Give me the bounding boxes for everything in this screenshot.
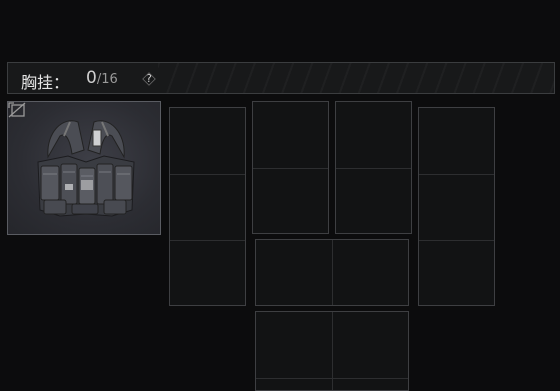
storage-slot-2[interactable] (252, 101, 329, 234)
slot-divider (419, 240, 494, 241)
slot-divider (170, 174, 245, 175)
slot-divider (336, 168, 411, 169)
help-icon[interactable]: ? (142, 72, 156, 86)
chest-rig-title: 胸挂： (21, 73, 70, 92)
chest-rig-header-bar: 胸挂： 0/16 ? (7, 62, 555, 94)
capacity-counter: 0/16 (86, 68, 118, 88)
slot-divider (170, 240, 245, 241)
slot-divider (332, 240, 333, 305)
slot-divider (419, 174, 494, 175)
no-image-icon (8, 102, 26, 118)
slot-divider (253, 168, 328, 169)
capacity-max: /16 (96, 72, 118, 87)
equipped-chest-rig-slot[interactable] (7, 101, 161, 235)
chest-rig-image (37, 120, 135, 217)
capacity-current: 0 (86, 68, 97, 88)
storage-slot-6[interactable] (255, 311, 409, 391)
storage-slot-5[interactable] (255, 239, 409, 306)
storage-slot-4[interactable] (418, 107, 495, 306)
slot-divider (256, 378, 408, 379)
storage-slot-1[interactable] (169, 107, 246, 306)
header-decoration (158, 63, 554, 93)
storage-slot-3[interactable] (335, 101, 412, 234)
